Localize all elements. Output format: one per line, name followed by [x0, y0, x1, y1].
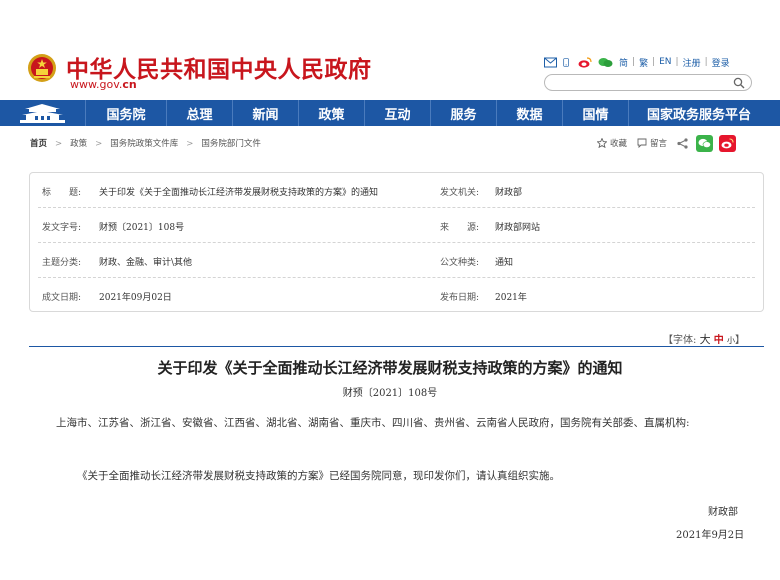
- nav-item-interaction[interactable]: 互动: [364, 100, 430, 126]
- meta-row: 发文字号: 财预〔2021〕108号 来 源: 财政部网站: [30, 208, 763, 243]
- font-size-small[interactable]: 小: [727, 336, 735, 345]
- star-icon: [597, 138, 607, 148]
- comment-button[interactable]: 留言: [637, 137, 667, 149]
- link-separator: |: [652, 57, 656, 67]
- nav-item-data[interactable]: 数据: [496, 100, 562, 126]
- meta-published-date-value: 2021年: [495, 293, 527, 303]
- document-salutation: 上海市、江苏省、浙江省、安徽省、江西省、湖北省、湖南省、重庆市、四川省、贵州省、…: [56, 417, 690, 429]
- link-separator: |: [632, 57, 636, 67]
- link-register[interactable]: 注册: [683, 56, 701, 69]
- nav-home[interactable]: [0, 100, 85, 126]
- search-input[interactable]: [553, 76, 728, 89]
- meta-topic-key: 主题分类:: [42, 258, 82, 268]
- meta-topic-value: 财政、金融、审计\其他: [99, 258, 193, 268]
- share-wechat-button[interactable]: [696, 134, 714, 152]
- font-size-large[interactable]: 大: [700, 333, 711, 346]
- document-number: 财预〔2021〕108号: [342, 388, 438, 399]
- meta-row: 主题分类: 财政、金融、审计\其他 公文种类: 通知: [30, 243, 763, 278]
- breadcrumb-separator: >: [186, 139, 194, 149]
- site-domain-prefix: www.gov.: [70, 78, 123, 91]
- document-date: 2021年9月2日: [676, 530, 745, 541]
- wechat-icon[interactable]: [598, 57, 613, 68]
- weibo-icon[interactable]: [578, 56, 592, 68]
- document-meta-table: 标 题: 关于印发《关于全面推动长江经济带发展财税支持政策的方案》的通知 发文机…: [29, 172, 764, 312]
- search-icon[interactable]: [733, 77, 745, 89]
- page-actions: 收藏 留言: [597, 133, 742, 153]
- breadcrumb-separator: >: [95, 139, 103, 149]
- search-box: [544, 74, 752, 91]
- meta-type-key: 公文种类:: [440, 258, 480, 268]
- link-separator: |: [675, 57, 679, 67]
- font-size-medium[interactable]: 中: [714, 335, 724, 346]
- weibo-icon: [721, 137, 734, 148]
- meta-row: 标 题: 关于印发《关于全面推动长江经济带发展财税支持政策的方案》的通知 发文机…: [30, 173, 763, 208]
- tiananmen-icon: [20, 104, 65, 123]
- favorite-label: 收藏: [610, 139, 628, 149]
- nav-item-services[interactable]: 服务: [430, 100, 496, 126]
- breadcrumb-home[interactable]: 首页: [30, 139, 47, 149]
- share-weibo-button[interactable]: [719, 134, 737, 152]
- nav-item-news[interactable]: 新闻: [232, 100, 298, 126]
- site-domain-cn: cn: [122, 78, 137, 91]
- nav-item-national-info[interactable]: 国情: [562, 100, 628, 126]
- document-body: 《关于全面推动长江经济带发展财税支持政策的方案》已经国务院同意，现印发你们，请认…: [77, 470, 560, 482]
- document-signer: 财政部: [708, 507, 738, 518]
- site-domain: www.gov.cn: [70, 78, 137, 91]
- comment-icon: [637, 138, 647, 148]
- meta-docno-key: 发文字号:: [42, 223, 82, 233]
- share-icon[interactable]: [677, 137, 688, 149]
- meta-published-date-key: 发布日期:: [440, 293, 480, 303]
- nav-item-premier[interactable]: 总理: [166, 100, 232, 126]
- document-title: 关于印发《关于全面推动长江经济带发展财税支持政策的方案》的通知: [157, 359, 623, 377]
- meta-source-value: 财政部网站: [495, 223, 541, 233]
- link-english[interactable]: EN: [659, 57, 671, 67]
- site-header: 中华人民共和国中央人民政府 www.gov.cn 简 | 繁 | EN | 注册…: [0, 0, 780, 100]
- meta-source-key: 来 源:: [440, 223, 480, 233]
- breadcrumb-separator: >: [55, 139, 63, 149]
- mobile-icon[interactable]: [563, 57, 572, 68]
- meta-issuer-key: 发文机关:: [440, 188, 480, 198]
- mail-icon[interactable]: [544, 57, 557, 68]
- meta-written-date-value: 2021年09月02日: [99, 293, 172, 303]
- national-emblem-icon[interactable]: [27, 52, 57, 84]
- nav-item-state-council[interactable]: 国务院: [85, 100, 166, 126]
- link-traditional[interactable]: 繁: [639, 56, 648, 69]
- breadcrumb: 首页 > 政策 > 国务院政策文件库 > 国务院部门文件: [30, 137, 261, 149]
- font-size-switcher: 【字体: 大 中 小】: [663, 331, 745, 347]
- link-separator: |: [704, 57, 708, 67]
- link-login[interactable]: 登录: [712, 56, 730, 69]
- favorite-button[interactable]: 收藏: [597, 137, 627, 149]
- meta-docno-value: 财预〔2021〕108号: [99, 223, 185, 233]
- breadcrumb-policy[interactable]: 政策: [70, 139, 87, 149]
- main-nav: 国务院 总理 新闻 政策 互动 服务 数据 国情 国家政务服务平台: [0, 100, 780, 126]
- meta-type-value: 通知: [495, 258, 514, 268]
- nav-item-gov-service-platform[interactable]: 国家政务服务平台: [628, 100, 769, 126]
- breadcrumb-department-docs[interactable]: 国务院部门文件: [201, 139, 261, 149]
- link-simplified[interactable]: 简: [619, 56, 628, 69]
- breadcrumb-policy-library[interactable]: 国务院政策文件库: [110, 139, 178, 149]
- nav-item-policy[interactable]: 政策: [298, 100, 364, 126]
- font-size-label: 【字体:: [663, 335, 697, 346]
- meta-row: 成文日期: 2021年09月02日 发布日期: 2021年: [30, 278, 763, 313]
- meta-title-key: 标 题:: [42, 188, 82, 198]
- comment-label: 留言: [650, 139, 668, 149]
- meta-issuer-value: 财政部: [495, 188, 523, 198]
- top-links: 简 | 繁 | EN | 注册 | 登录: [544, 54, 730, 70]
- wechat-icon: [698, 138, 711, 148]
- meta-written-date-key: 成文日期:: [42, 293, 82, 303]
- font-size-close-bracket: 】: [734, 335, 745, 346]
- content-divider: [29, 346, 764, 347]
- meta-title-value: 关于印发《关于全面推动长江经济带发展财税支持政策的方案》的通知: [99, 188, 379, 198]
